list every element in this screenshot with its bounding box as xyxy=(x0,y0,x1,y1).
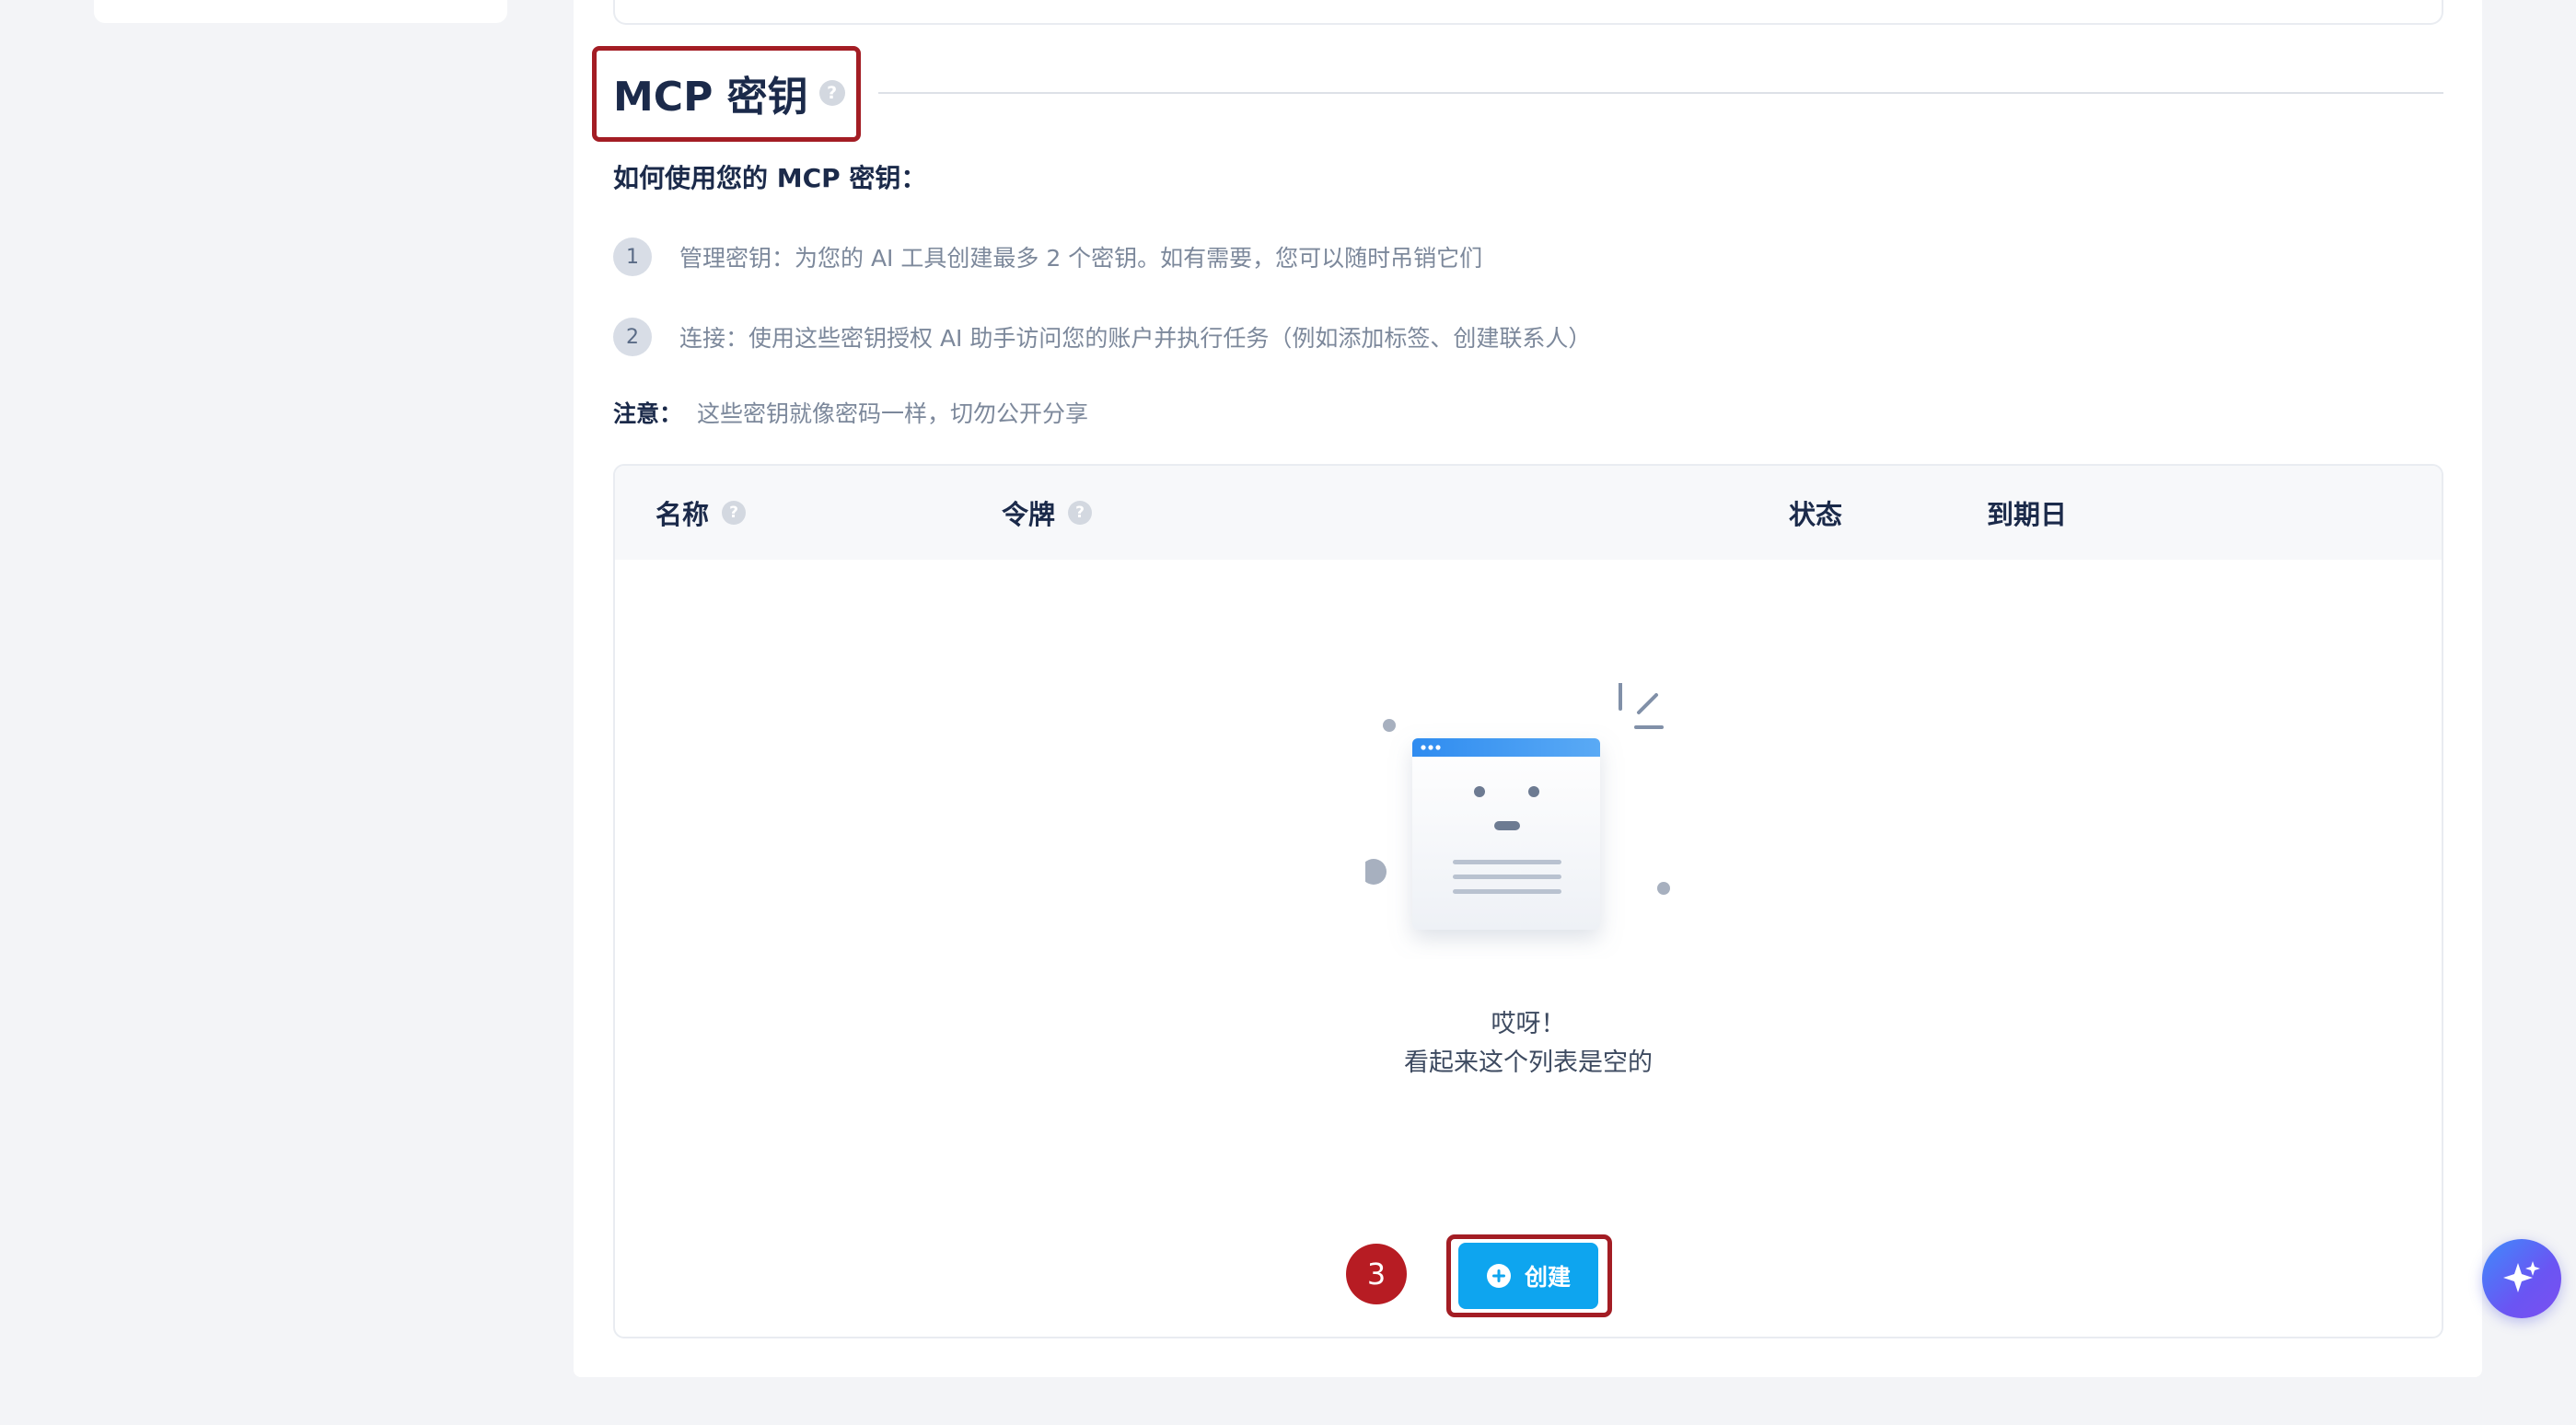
section-title-text: MCP 密钥 xyxy=(613,74,808,121)
step-item-1: 1 管理密钥：为您的 AI 工具创建最多 2 个密钥。如有需要，您可以随时吊销它… xyxy=(613,238,1482,276)
empty-window-icon xyxy=(1365,683,1670,930)
empty-subtitle: 看起来这个列表是空的 xyxy=(1404,1048,1653,1077)
step-item-2: 2 连接：使用这些密钥授权 AI 助手访问您的账户并执行任务（例如添加标签、创建… xyxy=(613,318,1591,356)
create-button[interactable]: 创建 xyxy=(1458,1243,1598,1309)
column-header-token: 令牌 ? xyxy=(1002,466,1093,560)
mcp-keys-table: 名称 ? 令牌 ? 状态 到期日 哎呀！ 看起来这个列表是空的 xyxy=(613,464,2443,1338)
column-name-label: 名称 xyxy=(656,499,710,530)
step-marker-3: 3 xyxy=(1346,1244,1407,1304)
step-text-1: 管理密钥：为您的 AI 工具创建最多 2 个密钥。如有需要，您可以随时吊销它们 xyxy=(679,245,1483,272)
title-divider xyxy=(878,92,2443,94)
step-text-2: 连接：使用这些密钥授权 AI 助手访问您的账户并执行任务（例如添加标签、创建联系… xyxy=(679,325,1592,352)
security-note: 注意： 这些密钥就像密码一样，切勿公开分享 xyxy=(613,396,1088,429)
column-header-status: 状态 xyxy=(1789,466,1842,560)
question-circle-icon[interactable]: ? xyxy=(818,80,845,106)
column-status-label: 状态 xyxy=(1789,499,1843,530)
plus-circle-icon xyxy=(1486,1264,1511,1288)
note-label: 注意： xyxy=(613,400,683,427)
step-number-2: 2 xyxy=(613,318,652,356)
previous-section-bottom xyxy=(613,0,2443,25)
question-circle-icon[interactable]: ? xyxy=(1068,501,1093,525)
sparkle-icon xyxy=(2503,1261,2540,1292)
ai-assistant-button[interactable] xyxy=(2482,1239,2561,1318)
column-token-label: 令牌 xyxy=(1002,499,1056,530)
howto-title: 如何使用您的 MCP 密钥： xyxy=(613,163,927,193)
question-circle-icon[interactable]: ? xyxy=(722,501,747,525)
section-title: MCP 密钥 ? xyxy=(613,64,845,122)
note-text: 这些密钥就像密码一样，切勿公开分享 xyxy=(697,400,1089,427)
step-number-1: 1 xyxy=(613,238,652,276)
table-header: 名称 ? 令牌 ? 状态 到期日 xyxy=(615,466,2442,560)
create-button-label: 创建 xyxy=(1524,1264,1571,1291)
empty-title: 哎呀！ xyxy=(1491,1010,1566,1038)
column-header-expiry: 到期日 xyxy=(1987,466,2067,560)
column-header-name: 名称 ? xyxy=(656,466,747,560)
column-expiry-label: 到期日 xyxy=(1987,499,2068,530)
left-sidebar-card xyxy=(94,0,507,23)
